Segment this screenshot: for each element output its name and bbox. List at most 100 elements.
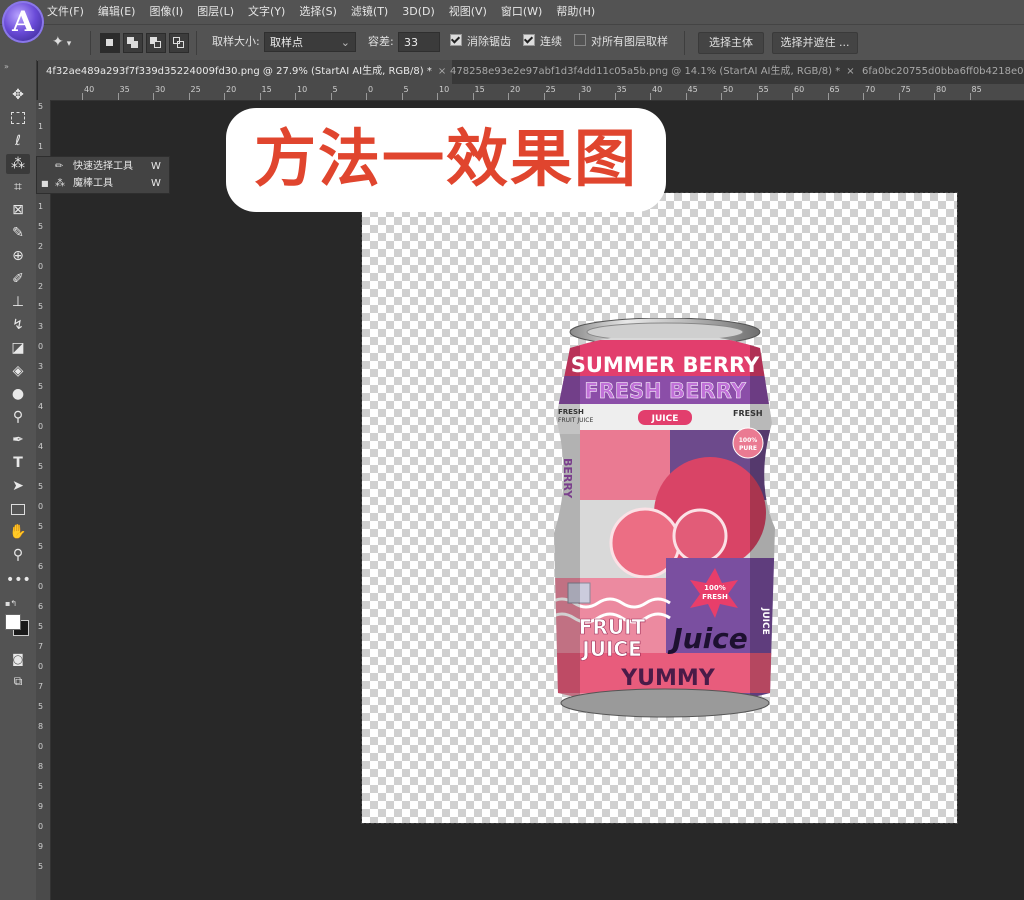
select-subject-button[interactable]: 选择主体 [698, 32, 764, 54]
intersect-selection-icon[interactable] [169, 33, 189, 53]
menu-item[interactable]: 编辑(E) [91, 0, 143, 24]
ruler-tick-label: 0 [38, 502, 44, 511]
eraser-tool-icon[interactable]: ◪ [6, 338, 30, 358]
menu-item[interactable]: 帮助(H) [549, 0, 602, 24]
foreground-color-swatch[interactable] [5, 614, 21, 630]
ruler-tick-label: 2 [38, 282, 44, 291]
quick-selection-tool-item[interactable]: ✏ 快速选择工具 W [37, 158, 169, 175]
ruler-tick [508, 93, 509, 100]
ruler-tick-label: 5 [38, 542, 44, 551]
crop-tool-icon[interactable]: ⌗ [6, 177, 30, 197]
blur-tool-icon[interactable]: ● [6, 384, 30, 404]
can-fruit-word: FRUIT [579, 615, 646, 639]
quick-selection-icon: ✏ [55, 161, 64, 172]
ruler-tick [366, 93, 367, 100]
eyedropper-tool-icon[interactable]: ✎ [6, 223, 30, 243]
ruler-tick-label: 0 [38, 422, 44, 431]
menu-item[interactable]: 图层(L) [190, 0, 241, 24]
ruler-tick-label: 0 [38, 582, 44, 591]
can-star-badge-2: FRESH [702, 593, 728, 601]
menu-item[interactable]: 窗口(W) [494, 0, 549, 24]
ruler-tick-label: 5 [38, 102, 44, 111]
dodge-tool-icon[interactable]: ⚲ [6, 407, 30, 427]
can-pure-badge-1: 100% [739, 437, 758, 444]
ruler-tick-label: 15 [261, 85, 272, 94]
move-tool-icon[interactable]: ✥ [6, 85, 30, 105]
add-to-selection-icon[interactable] [123, 33, 143, 53]
app-logo[interactable]: A [2, 1, 44, 43]
menu-item[interactable]: 选择(S) [292, 0, 344, 24]
tolerance-input[interactable]: 33 [398, 32, 440, 52]
sample-size-select[interactable]: 取样点 ⌄ [264, 32, 356, 52]
menu-item[interactable]: 3D(D) [395, 0, 442, 24]
app-logo-letter: A [12, 5, 34, 38]
ruler-tick-label: 35 [616, 85, 627, 94]
type-tool-icon[interactable]: T [6, 453, 30, 473]
hand-tool-icon[interactable]: ✋ [6, 522, 30, 542]
default-colors-icon[interactable]: ▪↰ [5, 599, 17, 608]
ruler-tick [934, 93, 935, 100]
menu-item[interactable]: 视图(V) [442, 0, 494, 24]
collapse-icon[interactable]: » [4, 62, 9, 71]
ruler-tick-label: 5 [38, 462, 44, 471]
ruler-tick-label: 40 [652, 85, 663, 94]
ruler-tick-label: 45 [687, 85, 698, 94]
tab-document-2[interactable]: 478258e93e2e97abf1d3f4dd11c05a5b.png @ 1… [442, 60, 870, 84]
quick-mask-icon[interactable]: ◙ [6, 649, 30, 669]
can-side-right: JUICE [760, 607, 770, 635]
menu-item[interactable]: 图像(I) [142, 0, 190, 24]
ruler-tick [863, 93, 864, 100]
ruler-tick-label: 75 [900, 85, 911, 94]
path-selection-tool-icon[interactable]: ➤ [6, 476, 30, 496]
ruler-tick [117, 93, 119, 100]
ruler-tick [685, 93, 687, 100]
ruler-tick [721, 93, 722, 100]
rectangle-tool-icon[interactable] [6, 499, 30, 519]
ruler-tick-label: 3 [38, 322, 44, 331]
options-bar: ✦ ▾ 取样大小: 取样点 ⌄ 容差: 33 消除锯齿 连续 对所有图层取样 选择主… [0, 24, 1024, 61]
tab-document-3[interactable]: 6fa0bc20755d0bba6ff0b4218e00 [854, 60, 1024, 84]
menu-item[interactable]: 文字(Y) [241, 0, 292, 24]
brush-tool-icon[interactable]: ✐ [6, 269, 30, 289]
antialias-checkbox[interactable]: 消除锯齿 [450, 32, 511, 52]
magic-wand-tool-item[interactable]: ■ ⁂ 魔棒工具 W [37, 175, 169, 192]
juice-can-image: SUMMER BERRY FRESH BERRY FRESH FRUIT JUI… [550, 317, 780, 720]
paint-bucket-tool-icon[interactable]: ◈ [6, 361, 30, 381]
ruler-tick-label: 5 [38, 782, 44, 791]
ruler-tick-label: 5 [38, 482, 44, 491]
stamp-tool-icon[interactable]: ⊥ [6, 292, 30, 312]
sample-all-layers-checkbox[interactable]: 对所有图层取样 [574, 32, 668, 52]
lasso-tool-icon[interactable]: ℓ [6, 131, 30, 151]
ruler-tick-label: 25 [190, 85, 201, 94]
subtract-from-selection-icon[interactable] [146, 33, 166, 53]
more-tools-icon[interactable]: ••• [6, 570, 31, 590]
menu-item[interactable]: 文件(F) [40, 0, 91, 24]
menu-list: 文件(F) 编辑(E) 图像(I) 图层(L) 文字(Y) 选择(S) 滤镜(T) 3D(D)… [40, 0, 602, 24]
tab-document-1[interactable]: 4f32ae489a293f7f339d35224009fd30.png @ 2… [38, 60, 452, 84]
history-brush-tool-icon[interactable]: ↯ [6, 315, 30, 335]
ruler-tick-label: 20 [510, 85, 521, 94]
ruler-tick [153, 93, 154, 100]
ruler-tick-label: 5 [38, 382, 44, 391]
select-and-mask-button[interactable]: 选择并遮住 ... [772, 32, 858, 54]
ruler-tick-label: 15 [474, 85, 485, 94]
can-pure-badge-2: PURE [739, 445, 757, 452]
menu-item[interactable]: 滤镜(T) [344, 0, 395, 24]
magic-wand-tool-icon[interactable]: ⁂ [6, 154, 30, 174]
ruler-tick-label: 1 [38, 122, 44, 131]
pen-tool-icon[interactable]: ✒ [6, 430, 30, 450]
marquee-tool-icon[interactable] [6, 108, 30, 128]
contiguous-checkbox[interactable]: 连续 [523, 32, 562, 52]
zoom-tool-icon[interactable]: ⚲ [6, 545, 30, 565]
new-selection-icon[interactable] [100, 33, 120, 53]
annotation-text: 方法一效果图 [253, 122, 638, 195]
screen-mode-icon[interactable]: ⧉ [6, 671, 30, 691]
frame-tool-icon[interactable]: ⊠ [6, 200, 30, 220]
ruler-tick-label: 55 [758, 85, 769, 94]
can-juice-script: Juice [667, 622, 748, 655]
chevron-down-icon: ⌄ [340, 36, 350, 49]
ruler-tick-label: 5 [38, 622, 44, 631]
magic-wand-preset-icon[interactable]: ✦ ▾ [52, 33, 82, 51]
ruler-tick-label: 3 [38, 362, 44, 371]
healing-brush-tool-icon[interactable]: ⊕ [6, 246, 30, 266]
